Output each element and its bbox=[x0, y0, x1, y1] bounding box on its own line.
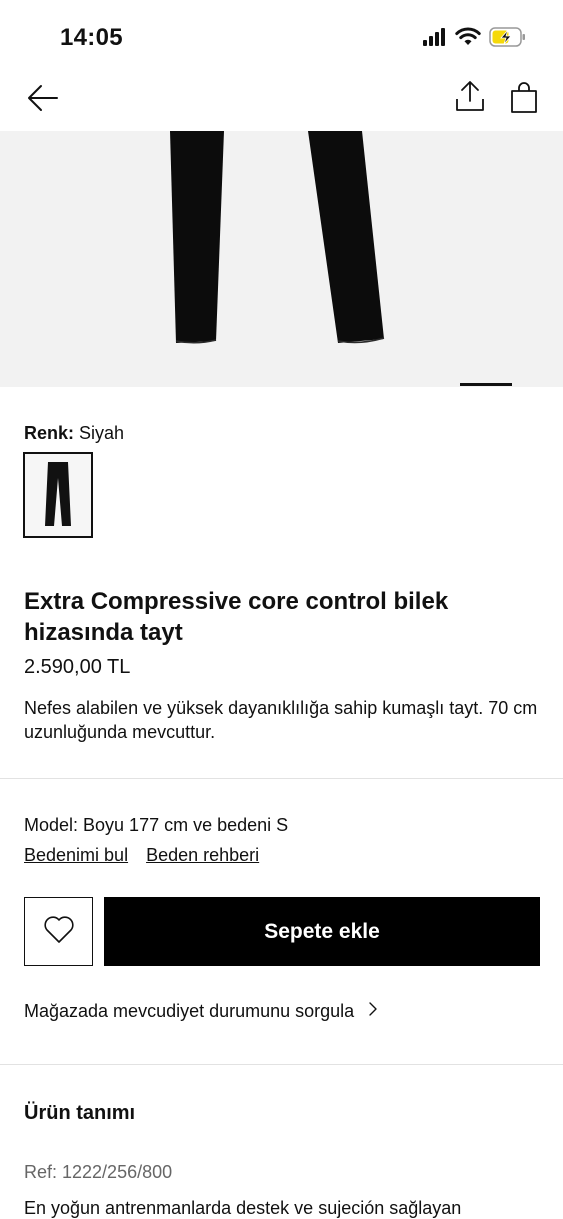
product-long-description: En yoğun antrenmanlarda destek ve sujeci… bbox=[24, 1198, 462, 1218]
chevron-right-icon bbox=[368, 1001, 378, 1022]
color-label-title: Renk: bbox=[24, 423, 75, 443]
divider bbox=[0, 778, 563, 779]
nav-bar bbox=[0, 74, 563, 130]
store-availability-label: Mağazada mevcudiyet durumunu sorgula bbox=[24, 1001, 355, 1021]
share-upload-icon bbox=[454, 79, 486, 118]
status-bar: 14:05 bbox=[0, 0, 563, 74]
product-description: Nefes alabilen ve yüksek dayanıklılığa s… bbox=[24, 698, 538, 742]
add-to-cart-button[interactable]: Sepete ekle bbox=[104, 897, 540, 966]
cellular-signal-icon bbox=[423, 28, 447, 51]
heart-icon bbox=[43, 914, 75, 949]
gallery-indicator bbox=[460, 383, 512, 386]
color-label: Renk: Siyah bbox=[24, 423, 124, 444]
shopping-bag-icon bbox=[510, 81, 538, 119]
share-button[interactable] bbox=[450, 78, 490, 118]
wishlist-button[interactable] bbox=[24, 897, 93, 966]
battery-charging-icon bbox=[489, 27, 527, 52]
reference-number: Ref: 1222/256/800 bbox=[24, 1162, 173, 1182]
color-value: Siyah bbox=[79, 423, 125, 443]
size-guide-link[interactable]: Beden rehberi bbox=[146, 845, 259, 866]
size-links: Bedenimi bul Beden rehberi bbox=[24, 845, 259, 866]
wifi-icon bbox=[455, 27, 481, 52]
product-price: 2.590,00 TL bbox=[24, 656, 131, 678]
color-swatch-black[interactable] bbox=[23, 452, 93, 538]
product-photo-leggings bbox=[0, 131, 563, 387]
arrow-left-icon bbox=[25, 83, 59, 118]
product-details-title: Ürün tanımı bbox=[24, 1102, 136, 1124]
product-image-gallery[interactable] bbox=[0, 131, 563, 387]
divider bbox=[0, 1064, 563, 1065]
status-time: 14:05 bbox=[60, 24, 123, 51]
back-button[interactable] bbox=[22, 80, 62, 120]
find-my-size-link[interactable]: Bedenimi bul bbox=[24, 845, 128, 866]
shopping-bag-button[interactable] bbox=[504, 80, 544, 120]
product-title: Extra Compressive core control bilek hiz… bbox=[24, 588, 449, 646]
model-info: Model: Boyu 177 cm ve bedeni S bbox=[24, 815, 289, 835]
status-icons bbox=[423, 27, 527, 52]
store-availability-link[interactable]: Mağazada mevcudiyet durumunu sorgula bbox=[24, 1001, 378, 1022]
color-swatch-thumbnail bbox=[45, 462, 71, 526]
